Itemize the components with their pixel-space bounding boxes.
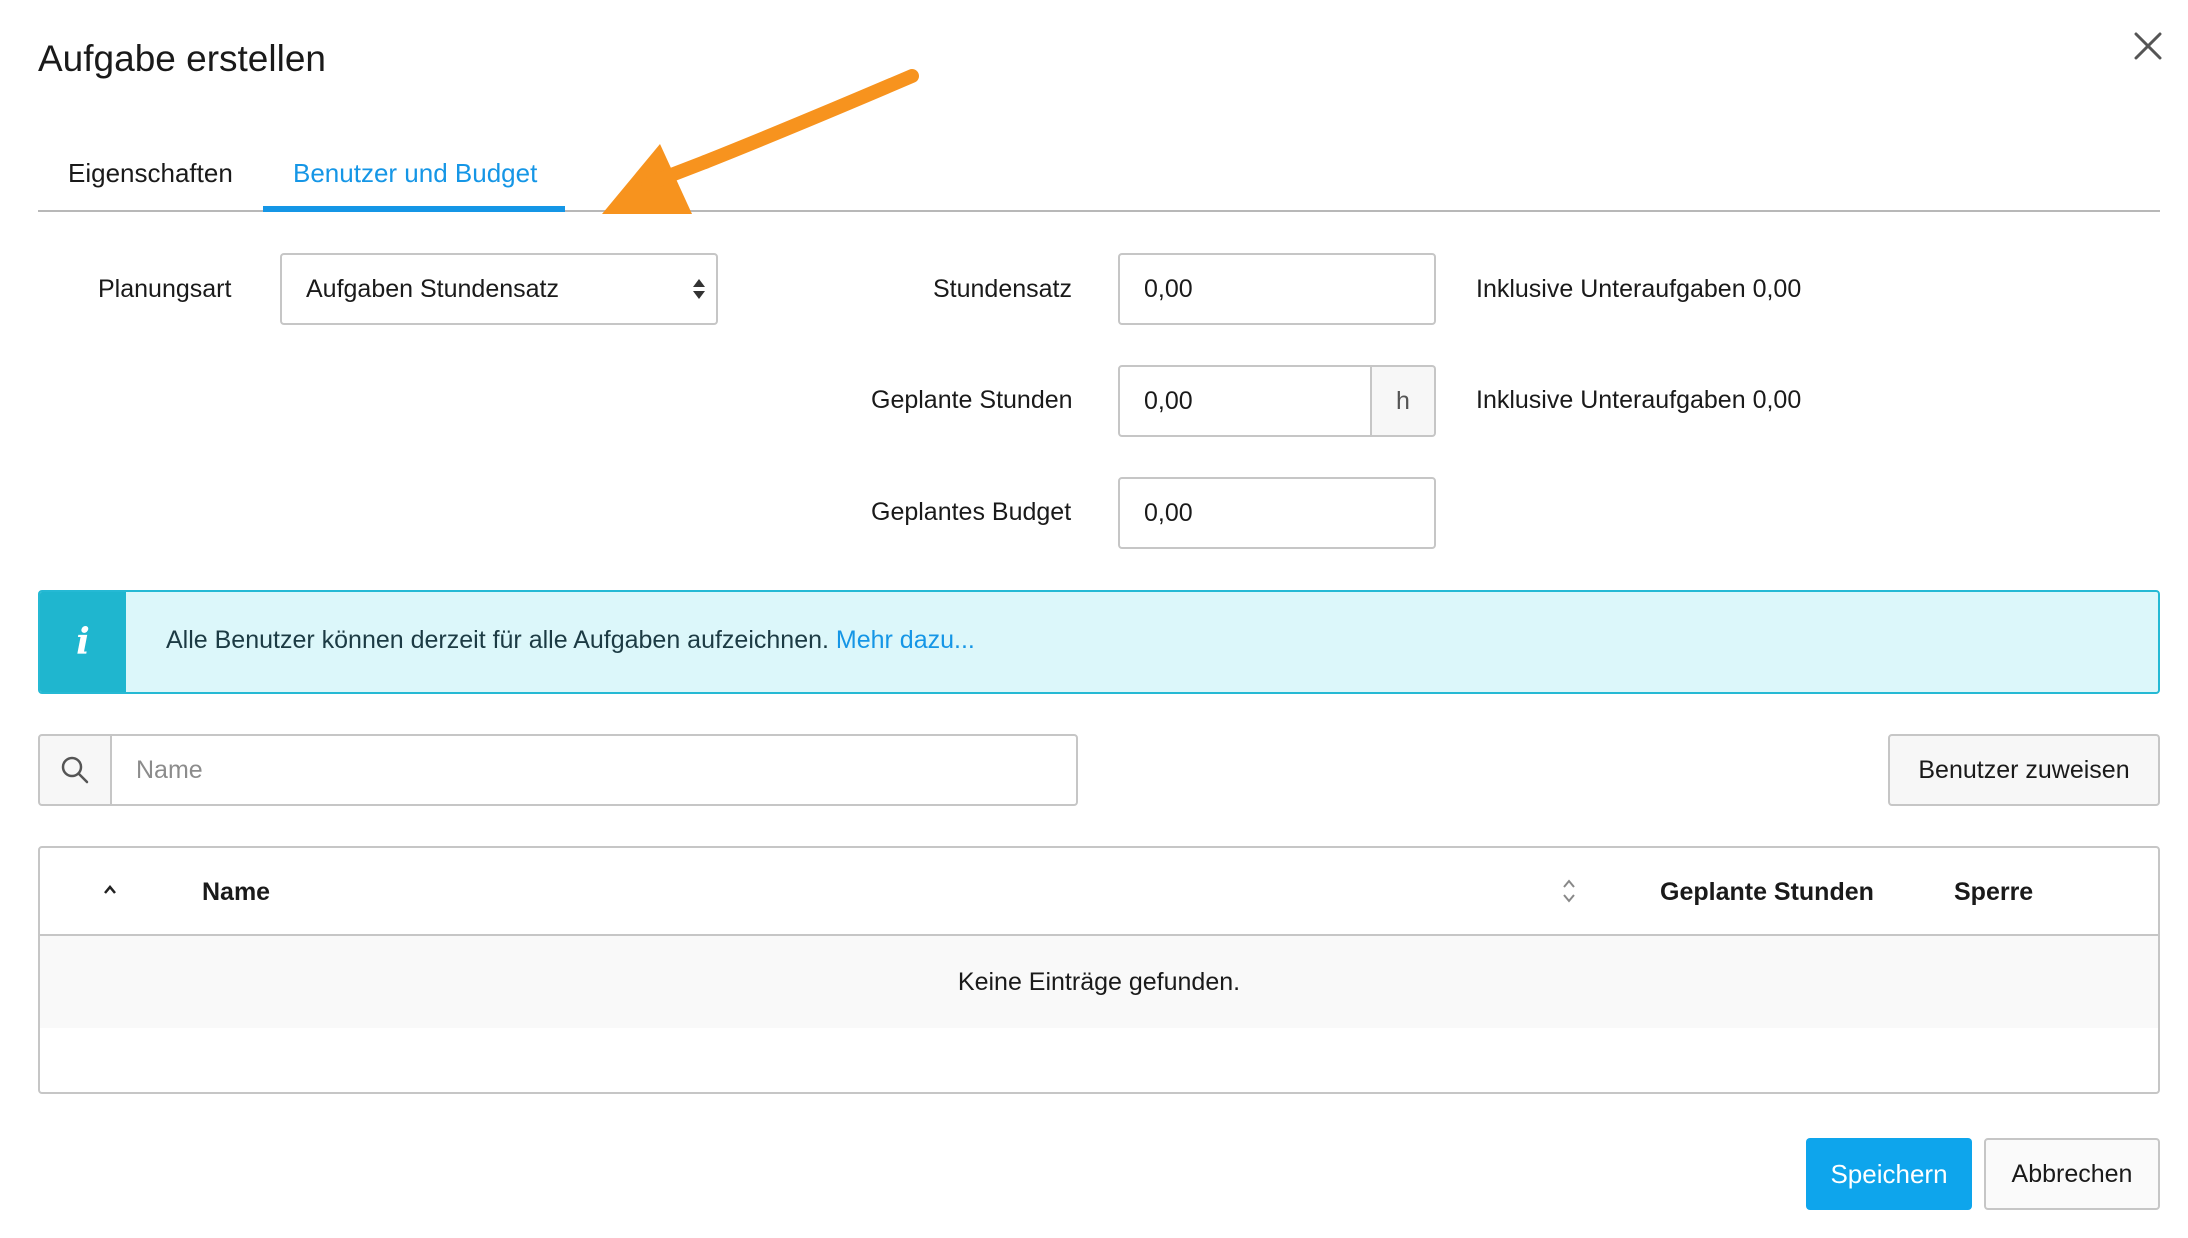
geplantes-budget-value: 0,00 — [1144, 498, 1193, 527]
table-header: Name Geplante Stunden Sperre — [40, 848, 2158, 936]
stundensatz-value: 0,00 — [1144, 274, 1193, 303]
select-arrows-icon — [693, 279, 705, 299]
search-icon — [61, 756, 89, 784]
column-sperre[interactable]: Sperre — [1954, 878, 2033, 907]
speichern-button[interactable]: Speichern — [1806, 1138, 1972, 1210]
sort-toggle-icon[interactable] — [1560, 876, 1578, 906]
benutzer-zuweisen-button[interactable]: Benutzer zuweisen — [1888, 734, 2160, 806]
info-text: Alle Benutzer können derzeit für alle Au… — [166, 626, 829, 654]
geplantes-budget-input[interactable]: 0,00 — [1118, 477, 1436, 549]
annotation-arrow-icon — [602, 69, 919, 214]
info-sidebar: i — [40, 592, 126, 692]
tab-benutzer-und-budget[interactable]: Benutzer und Budget — [293, 158, 537, 189]
active-tab-indicator — [263, 206, 565, 212]
geplante-stunden-value: 0,00 — [1144, 386, 1193, 415]
info-alert: i Alle Benutzer können derzeit für alle … — [38, 590, 2160, 694]
sort-ascending-icon[interactable] — [102, 882, 118, 898]
planungsart-value: Aufgaben Stundensatz — [306, 274, 559, 303]
geplante-stunden-label: Geplante Stunden — [871, 386, 1073, 414]
info-message: Alle Benutzer können derzeit für alle Au… — [166, 626, 975, 655]
hours-unit-addon: h — [1372, 365, 1436, 437]
search-input[interactable] — [110, 734, 1078, 806]
stundensatz-input[interactable]: 0,00 — [1118, 253, 1436, 325]
search-addon — [38, 734, 112, 806]
abbrechen-button[interactable]: Abbrechen — [1984, 1138, 2160, 1210]
planungsart-select[interactable]: Aufgaben Stundensatz — [280, 253, 718, 325]
column-geplante-stunden[interactable]: Geplante Stunden — [1660, 878, 1874, 907]
geplantes-budget-label: Geplantes Budget — [871, 498, 1072, 526]
stundensatz-note: Inklusive Unteraufgaben 0,00 — [1476, 275, 1802, 303]
geplante-stunden-input[interactable]: 0,00 — [1118, 365, 1372, 437]
close-icon — [2134, 32, 2162, 60]
mehr-dazu-link[interactable]: Mehr dazu... — [836, 626, 975, 654]
tab-eigenschaften[interactable]: Eigenschaften — [68, 158, 233, 189]
stundensatz-label: Stundensatz — [933, 275, 1072, 303]
close-button[interactable] — [2130, 28, 2166, 64]
column-name[interactable]: Name — [202, 878, 270, 907]
users-table: Name Geplante Stunden Sperre Keine Eintr… — [38, 846, 2160, 1094]
empty-table-message: Keine Einträge gefunden. — [40, 936, 2158, 1028]
geplante-stunden-note: Inklusive Unteraufgaben 0,00 — [1476, 386, 1802, 414]
dialog-title: Aufgabe erstellen — [38, 38, 326, 79]
info-icon: i — [76, 621, 90, 663]
planungsart-label: Planungsart — [98, 275, 232, 303]
